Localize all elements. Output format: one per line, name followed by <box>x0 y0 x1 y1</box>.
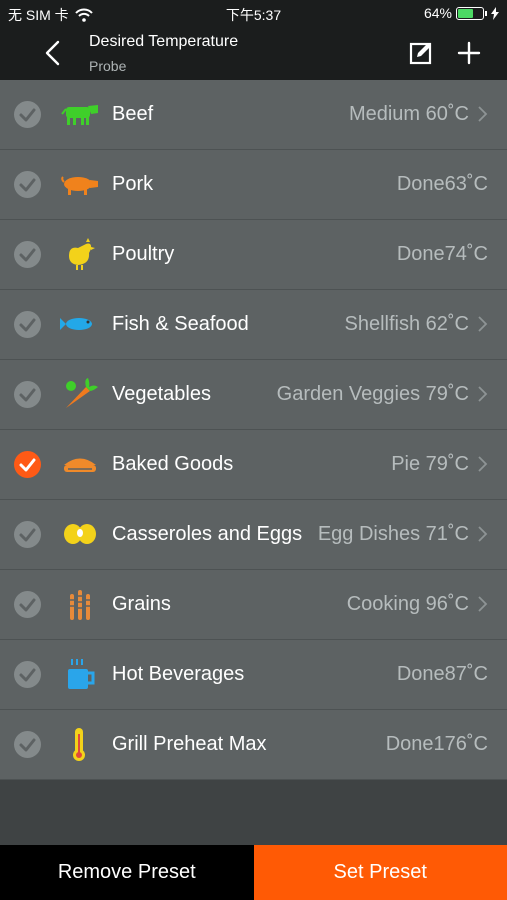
wheat-icon <box>70 590 90 620</box>
edit-icon[interactable] <box>408 40 434 66</box>
check-icon[interactable] <box>14 731 41 758</box>
battery-icon <box>456 6 484 20</box>
cow-icon <box>61 105 98 125</box>
preset-name: Grill Preheat Max <box>112 733 267 755</box>
page-title: Desired Temperature <box>89 33 239 50</box>
chicken-icon <box>69 238 95 270</box>
selected-check-icon[interactable] <box>14 451 41 478</box>
check-icon[interactable] <box>14 521 41 548</box>
add-icon[interactable] <box>456 40 482 66</box>
battery-group: 64% <box>424 5 499 21</box>
preset-row-fish-seafood[interactable]: Fish & Seafood Shellfish 62˚C <box>0 290 507 360</box>
chevron-right-icon <box>478 316 488 332</box>
preset-value: Egg Dishes 71˚C <box>317 523 469 545</box>
preset-row-vegetables[interactable]: Vegetables Garden Veggies 79˚C <box>0 360 507 430</box>
carrot-icon <box>66 378 98 408</box>
preset-row-baked-goods[interactable]: Baked Goods Pie 79˚C <box>0 430 507 500</box>
pie-icon <box>64 458 96 472</box>
preset-value: Done74˚C <box>396 243 488 265</box>
thermometer-icon <box>73 728 85 761</box>
check-icon[interactable] <box>14 381 41 408</box>
preset-list: Beef Medium 60˚C Pork Done63˚C Poultry D… <box>0 80 507 780</box>
fish-icon <box>60 318 92 330</box>
chevron-right-icon <box>478 596 488 612</box>
battery-percent: 64% <box>423 5 452 21</box>
check-icon[interactable] <box>14 311 41 338</box>
preset-name: Baked Goods <box>112 453 234 475</box>
chevron-right-icon <box>478 106 488 122</box>
charging-icon <box>491 6 499 20</box>
preset-name: Fish & Seafood <box>112 313 249 335</box>
preset-value: Medium 60˚C <box>348 103 469 125</box>
preset-row-grains[interactable]: Grains Cooking 96˚C <box>0 570 507 640</box>
preset-name: Grains <box>112 593 171 615</box>
back-icon[interactable] <box>38 36 72 70</box>
eggs-icon <box>64 524 96 544</box>
chevron-right-icon <box>478 526 488 542</box>
preset-value: Pie 79˚C <box>391 453 469 475</box>
preset-row-poultry[interactable]: Poultry Done74˚C <box>0 220 507 290</box>
preset-name: Poultry <box>112 243 175 265</box>
set-preset-button[interactable]: Set Preset <box>253 845 507 900</box>
chevron-right-icon <box>478 456 488 472</box>
nav-bar: Desired Temperature Probe <box>0 28 507 80</box>
preset-row-grill-preheat-max[interactable]: Grill Preheat Max Done176˚C <box>0 710 507 780</box>
preset-value: Shellfish 62˚C <box>344 313 469 335</box>
page-subtitle: Probe <box>89 58 127 74</box>
preset-name: Hot Beverages <box>112 663 245 685</box>
preset-value: Done176˚C <box>385 733 488 755</box>
check-icon[interactable] <box>14 171 41 198</box>
check-icon[interactable] <box>14 591 41 618</box>
preset-value: Done63˚C <box>396 173 488 195</box>
preset-row-casseroles-and-eggs[interactable]: Casseroles and Eggs Egg Dishes 71˚C <box>0 500 507 570</box>
preset-name: Casseroles and Eggs <box>112 523 303 545</box>
footer-actions: Remove Preset Set Preset <box>0 845 507 900</box>
check-icon[interactable] <box>14 101 41 128</box>
preset-name: Pork <box>112 173 154 195</box>
preset-name: Beef <box>112 103 154 125</box>
preset-value: Done87˚C <box>396 663 488 685</box>
battery-tip <box>485 10 487 16</box>
preset-name: Vegetables <box>112 383 211 405</box>
cup-icon <box>68 659 95 689</box>
preset-row-hot-beverages[interactable]: Hot Beverages Done87˚C <box>0 640 507 710</box>
chevron-right-icon <box>478 386 488 402</box>
check-icon[interactable] <box>14 241 41 268</box>
preset-row-pork[interactable]: Pork Done63˚C <box>0 150 507 220</box>
check-icon[interactable] <box>14 661 41 688</box>
pig-icon <box>61 176 98 195</box>
preset-row-beef[interactable]: Beef Medium 60˚C <box>0 80 507 150</box>
preset-value: Cooking 96˚C <box>346 593 469 615</box>
status-bar: 无 SIM 卡 下午5:37 64% <box>0 0 507 28</box>
preset-value: Garden Veggies 79˚C <box>276 383 469 405</box>
remove-preset-button[interactable]: Remove Preset <box>0 845 254 900</box>
